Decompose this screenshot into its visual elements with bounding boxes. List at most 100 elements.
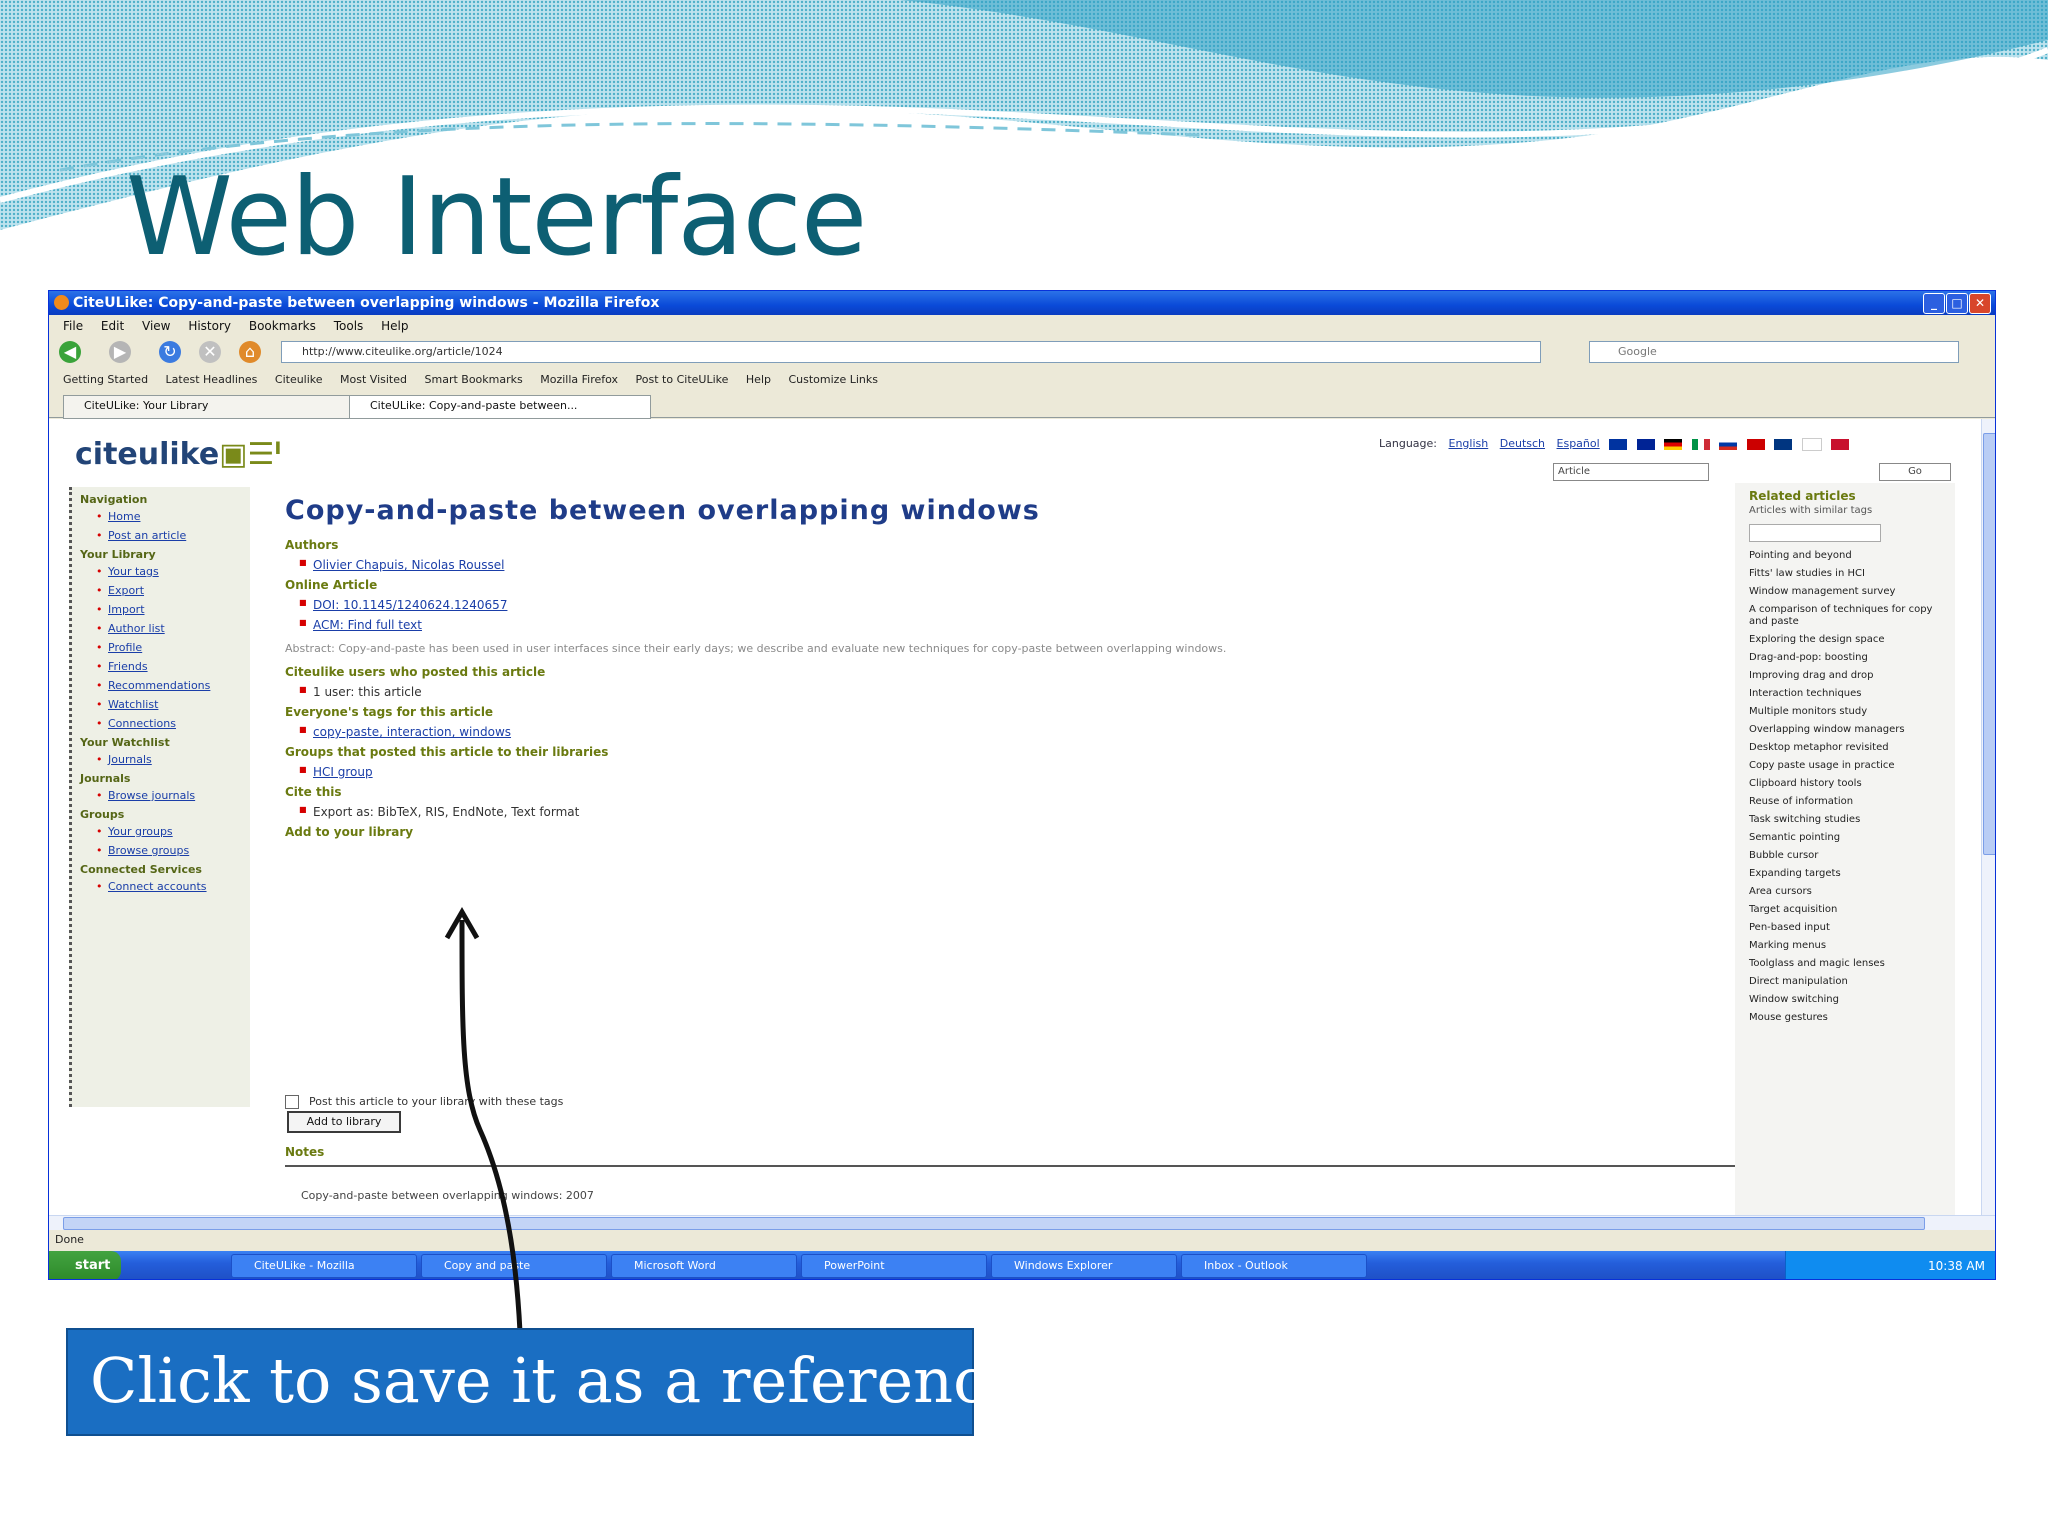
flag-icon[interactable] <box>1664 438 1683 450</box>
bookmark-item[interactable]: Getting Started <box>63 373 148 386</box>
flag-icon[interactable] <box>1831 438 1850 450</box>
doi-link[interactable]: DOI: 10.1145/1240624.1240657 <box>313 598 507 612</box>
related-article-item[interactable]: Window switching <box>1749 994 1949 1006</box>
nav-link[interactable]: Journals <box>96 753 250 766</box>
related-article-item[interactable]: Improving drag and drop <box>1749 670 1949 682</box>
author-link[interactable]: Olivier Chapuis, Nicolas Roussel <box>313 558 504 572</box>
menu-bookmarks[interactable]: Bookmarks <box>249 319 316 333</box>
nav-link[interactable]: Connect accounts <box>96 880 250 893</box>
related-article-item[interactable]: Toolglass and magic lenses <box>1749 958 1949 970</box>
related-article-item[interactable]: Overlapping window managers <box>1749 724 1949 736</box>
forward-arrow-icon[interactable]: ▶ <box>109 341 131 363</box>
related-article-item[interactable]: Semantic pointing <box>1749 832 1949 844</box>
menu-file[interactable]: File <box>63 319 83 333</box>
scroll-thumb[interactable] <box>1983 433 1995 855</box>
related-article-item[interactable]: Marking menus <box>1749 940 1949 952</box>
bookmark-item[interactable]: Most Visited <box>340 373 407 386</box>
view-select[interactable]: Article <box>1553 463 1709 481</box>
address-bar[interactable]: http://www.citeulike.org/article/1024 <box>281 341 1541 363</box>
flag-icon[interactable] <box>1774 438 1793 450</box>
bookmark-item[interactable]: Citeulike <box>275 373 323 386</box>
horizontal-scrollbar[interactable] <box>49 1215 1995 1230</box>
related-article-item[interactable]: A comparison of techniques for copy and … <box>1749 604 1949 628</box>
taskbar-button[interactable]: Windows Explorer <box>991 1254 1177 1278</box>
related-article-item[interactable]: Direct manipulation <box>1749 976 1949 988</box>
citeulike-logo[interactable]: citeulike▣☰ᴵ <box>75 437 281 472</box>
bookmark-item[interactable]: Mozilla Firefox <box>540 373 618 386</box>
related-article-item[interactable]: Bubble cursor <box>1749 850 1949 862</box>
flag-icon[interactable] <box>1636 438 1655 450</box>
nav-link[interactable]: Connections <box>96 717 250 730</box>
nav-link[interactable]: Home <box>96 510 250 523</box>
bookmark-item[interactable]: Customize Links <box>788 373 878 386</box>
go-button[interactable]: Go <box>1879 463 1951 481</box>
nav-link[interactable]: Your groups <box>96 825 250 838</box>
lang-link-es[interactable]: Español <box>1557 437 1600 450</box>
menu-tools[interactable]: Tools <box>334 319 364 333</box>
nav-link[interactable]: Recommendations <box>96 679 250 692</box>
nav-link[interactable]: Friends <box>96 660 250 673</box>
menu-view[interactable]: View <box>142 319 170 333</box>
related-article-item[interactable]: Pen-based input <box>1749 922 1949 934</box>
flag-icon[interactable] <box>1801 437 1822 451</box>
menu-edit[interactable]: Edit <box>101 319 124 333</box>
related-article-item[interactable]: Target acquisition <box>1749 904 1949 916</box>
related-article-item[interactable]: Multiple monitors study <box>1749 706 1949 718</box>
related-article-item[interactable]: Clipboard history tools <box>1749 778 1949 790</box>
stop-icon[interactable]: ✕ <box>199 341 221 363</box>
menu-help[interactable]: Help <box>381 319 408 333</box>
tag-link[interactable]: copy-paste, interaction, windows <box>313 725 511 739</box>
taskbar-button[interactable]: Copy and paste <box>421 1254 607 1278</box>
taskbar-button[interactable]: PowerPoint <box>801 1254 987 1278</box>
related-article-item[interactable]: Reuse of information <box>1749 796 1949 808</box>
nav-link[interactable]: Browse journals <box>96 789 250 802</box>
related-filter-input[interactable] <box>1749 524 1881 542</box>
flag-icon[interactable] <box>1609 438 1628 450</box>
taskbar-button[interactable]: Inbox - Outlook <box>1181 1254 1367 1278</box>
related-article-item[interactable]: Expanding targets <box>1749 868 1949 880</box>
group-link[interactable]: HCI group <box>313 765 373 779</box>
home-icon[interactable]: ⌂ <box>239 341 261 363</box>
related-article-item[interactable]: Copy paste usage in practice <box>1749 760 1949 772</box>
nav-link[interactable]: Browse groups <box>96 844 250 857</box>
nav-link[interactable]: Author list <box>96 622 250 635</box>
nav-link[interactable]: Import <box>96 603 250 616</box>
related-article-item[interactable]: Task switching studies <box>1749 814 1949 826</box>
maximize-icon[interactable]: □ <box>1946 293 1968 314</box>
related-article-item[interactable]: Window management survey <box>1749 586 1949 598</box>
nav-link[interactable]: Post an article <box>96 529 250 542</box>
related-article-item[interactable]: Interaction techniques <box>1749 688 1949 700</box>
cite-this-item[interactable]: Export as: BibTeX, RIS, EndNote, Text fo… <box>299 805 1335 819</box>
bookmark-item[interactable]: Smart Bookmarks <box>425 373 523 386</box>
search-input[interactable]: Google <box>1589 341 1959 363</box>
flag-icon[interactable] <box>1691 438 1710 450</box>
add-to-library-button[interactable]: Add to library <box>287 1111 401 1133</box>
related-article-item[interactable]: Drag-and-pop: boosting <box>1749 652 1949 664</box>
taskbar-button[interactable]: Microsoft Word <box>611 1254 797 1278</box>
vertical-scrollbar[interactable] <box>1981 419 1995 1215</box>
flag-icon[interactable] <box>1719 438 1738 450</box>
nav-link[interactable]: Profile <box>96 641 250 654</box>
add-library-heading[interactable]: Add to your library <box>285 825 1335 839</box>
window-titlebar[interactable]: CiteULike: Copy-and-paste between overla… <box>49 291 1995 315</box>
post-checkbox[interactable] <box>285 1095 299 1109</box>
lang-link-de[interactable]: Deutsch <box>1500 437 1545 450</box>
bookmark-item[interactable]: Latest Headlines <box>166 373 258 386</box>
reload-icon[interactable]: ↻ <box>159 341 181 363</box>
minimize-icon[interactable]: _ <box>1923 293 1945 314</box>
related-article-item[interactable]: Exploring the design space <box>1749 634 1949 646</box>
start-button[interactable]: start <box>49 1251 121 1279</box>
acm-link[interactable]: ACM: Find full text <box>313 618 422 632</box>
taskbar-button[interactable]: CiteULike - Mozilla <box>231 1254 417 1278</box>
tab-library[interactable]: CiteULike: Your Library <box>63 395 365 419</box>
menu-history[interactable]: History <box>188 319 231 333</box>
back-arrow-icon[interactable]: ◀ <box>59 341 81 363</box>
bookmark-item[interactable]: Post to CiteULike <box>636 373 729 386</box>
nav-link[interactable]: Your tags <box>96 565 250 578</box>
related-article-item[interactable]: Area cursors <box>1749 886 1949 898</box>
flag-icon[interactable] <box>1746 438 1765 450</box>
related-article-item[interactable]: Desktop metaphor revisited <box>1749 742 1949 754</box>
nav-link[interactable]: Watchlist <box>96 698 250 711</box>
lang-link-en[interactable]: English <box>1449 437 1489 450</box>
related-article-item[interactable]: Fitts' law studies in HCI <box>1749 568 1949 580</box>
